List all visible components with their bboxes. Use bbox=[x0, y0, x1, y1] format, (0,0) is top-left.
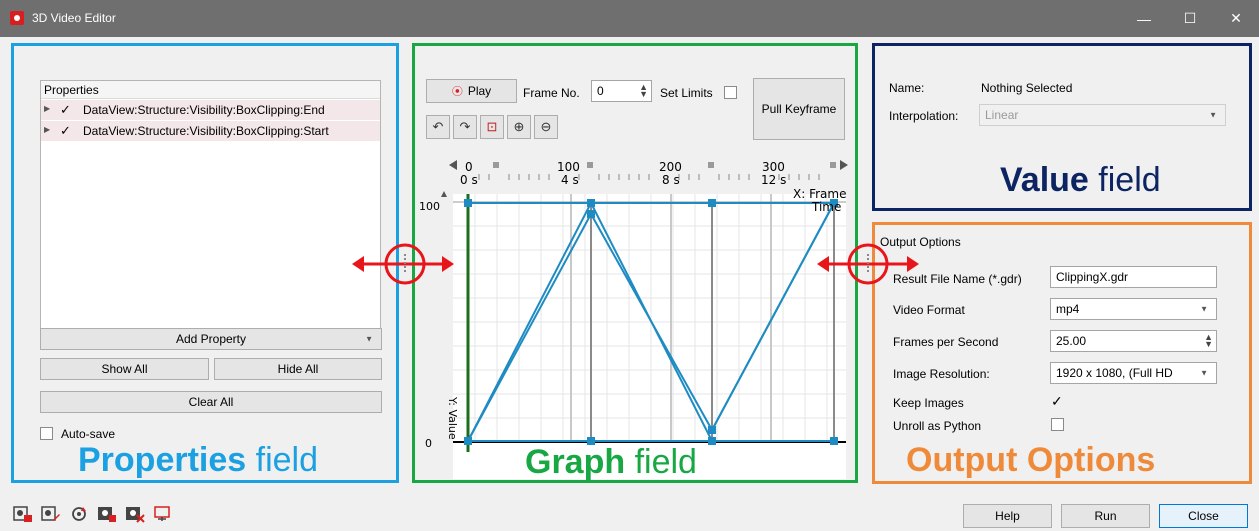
close-button[interactable]: Close bbox=[1159, 504, 1248, 528]
add-property-label: Add Property bbox=[175, 332, 247, 346]
fps-label: Frames per Second bbox=[893, 335, 999, 349]
footer-toolbar: Help Run Close bbox=[0, 495, 1259, 531]
fit-view-icon[interactable]: ⊡ bbox=[480, 115, 504, 139]
graph-panel: ⦿ Play Frame No. 0 ▲ ▼ Set Limits Pull Ke… bbox=[413, 44, 857, 484]
title-bar: 3D Video Editor — ☐ ✕ bbox=[0, 0, 1259, 37]
axis-time-tick: 12 s bbox=[761, 173, 786, 187]
splitter-arrow-right-icon bbox=[817, 243, 919, 285]
frame-no-value: 0 bbox=[597, 84, 604, 98]
name-label: Name: bbox=[889, 81, 925, 95]
resolution-select[interactable]: 1920 x 1080, (Full HD ▼ bbox=[1050, 362, 1217, 384]
add-property-button[interactable]: Add Property ▼ bbox=[40, 328, 382, 350]
interpolation-select: Linear ▼ bbox=[979, 104, 1226, 126]
interpolation-label: Interpolation: bbox=[889, 109, 959, 123]
splitter-arrow-left-icon bbox=[352, 243, 454, 285]
maximize-button[interactable]: ☐ bbox=[1167, 0, 1213, 37]
interpolation-value: Linear bbox=[985, 108, 1019, 122]
set-limits-label: Set Limits bbox=[660, 86, 713, 100]
video-format-value: mp4 bbox=[1056, 302, 1080, 316]
close-window-button[interactable]: ✕ bbox=[1213, 0, 1259, 37]
play-label: Play bbox=[467, 84, 492, 98]
axis-frame-tick: 100 bbox=[557, 160, 580, 174]
minimize-button[interactable]: — bbox=[1121, 0, 1167, 37]
property-label: DataView:Structure:Visibility:BoxClippin… bbox=[83, 103, 325, 117]
properties-panel: Properties ▶ ✓ DataView:Structure:Visibi… bbox=[12, 44, 398, 484]
video-format-select[interactable]: mp4 ▼ bbox=[1050, 298, 1217, 320]
run-settings-icon[interactable] bbox=[97, 505, 117, 523]
axis-frame-tick: 0 bbox=[465, 160, 473, 174]
resolution-label: Image Resolution: bbox=[893, 367, 990, 381]
fps-value: 25.00 bbox=[1056, 334, 1087, 348]
help-button[interactable]: Help bbox=[963, 504, 1052, 528]
add-settings-icon[interactable] bbox=[13, 505, 33, 523]
axis-time-tick: 4 s bbox=[561, 173, 579, 187]
pull-keyframe-button[interactable]: Pull Keyframe bbox=[753, 78, 845, 140]
dropdown-arrow-icon: ▼ bbox=[1209, 110, 1217, 120]
property-label: DataView:Structure:Visibility:BoxClippin… bbox=[83, 124, 329, 138]
axis-time-tick: 8 s bbox=[662, 173, 680, 187]
x-axis-label: X: Frame bbox=[793, 187, 846, 201]
redo-icon[interactable]: ↷ bbox=[453, 115, 477, 139]
show-all-button[interactable]: Show All bbox=[40, 358, 209, 380]
unroll-label: Unroll as Python bbox=[893, 419, 982, 433]
expand-arrow-icon[interactable]: ▶ bbox=[44, 104, 50, 113]
edit-settings-icon[interactable] bbox=[41, 505, 61, 523]
properties-list[interactable]: Properties ▶ ✓ DataView:Structure:Visibi… bbox=[40, 80, 381, 344]
hide-all-button[interactable]: Hide All bbox=[214, 358, 382, 380]
property-row-end[interactable]: ▶ ✓ DataView:Structure:Visibility:BoxCli… bbox=[41, 100, 380, 120]
auto-save-checkbox[interactable] bbox=[40, 427, 53, 440]
dropdown-arrow-icon: ▼ bbox=[1200, 368, 1208, 378]
properties-annotation: Properties field bbox=[78, 441, 319, 479]
clear-all-button[interactable]: Clear All bbox=[40, 391, 382, 413]
undo-icon[interactable]: ↶ bbox=[426, 115, 450, 139]
frame-no-label: Frame No. bbox=[523, 86, 580, 100]
zoom-in-icon[interactable]: ⊕ bbox=[507, 115, 531, 139]
expand-arrow-icon[interactable]: ▶ bbox=[44, 125, 50, 134]
graph-annotation: Graph field bbox=[525, 443, 697, 481]
spin-icon[interactable]: ▲ ▼ bbox=[1204, 333, 1213, 349]
axis-time-tick: 0 s bbox=[460, 173, 478, 187]
value-annotation: Value field bbox=[1000, 161, 1161, 199]
y-axis-label: Y: Value bbox=[446, 396, 459, 440]
name-value: Nothing Selected bbox=[981, 81, 1073, 95]
output-annotation: Output Options bbox=[906, 441, 1156, 479]
property-row-start[interactable]: ▶ ✓ DataView:Structure:Visibility:BoxCli… bbox=[41, 121, 380, 141]
axis-frame-tick: 300 bbox=[762, 160, 785, 174]
play-icon: ⦿ bbox=[451, 86, 463, 98]
properties-header: Properties bbox=[41, 81, 380, 99]
y-max-label: 100 bbox=[419, 200, 440, 213]
keyframe-graph[interactable]: 0 100 200 300 0 s 4 s 8 s 12 s X: Frame … bbox=[413, 152, 857, 482]
keep-images-label: Keep Images bbox=[893, 396, 964, 410]
spin-icon[interactable]: ▲ ▼ bbox=[639, 83, 648, 99]
resolution-value: 1920 x 1080, (Full HD bbox=[1056, 366, 1173, 380]
result-file-input[interactable]: ClippingX.gdr bbox=[1050, 266, 1217, 288]
y-min-label: 0 bbox=[425, 437, 432, 450]
delete-settings-icon[interactable] bbox=[125, 505, 145, 523]
video-format-label: Video Format bbox=[893, 303, 965, 317]
set-limits-checkbox[interactable] bbox=[724, 86, 737, 99]
property-checkbox[interactable]: ✓ bbox=[60, 123, 71, 139]
run-button[interactable]: Run bbox=[1061, 504, 1150, 528]
keep-images-checkbox[interactable]: ✓ bbox=[1051, 393, 1063, 410]
result-file-value: ClippingX.gdr bbox=[1056, 270, 1129, 284]
export-video-icon[interactable] bbox=[153, 505, 173, 523]
dropdown-arrow-icon: ▼ bbox=[1200, 304, 1208, 314]
unroll-checkbox[interactable] bbox=[1051, 418, 1064, 431]
zoom-out-icon[interactable]: ⊖ bbox=[534, 115, 558, 139]
window-title: 3D Video Editor bbox=[32, 11, 116, 25]
app-icon bbox=[10, 11, 24, 25]
refresh-settings-icon[interactable] bbox=[69, 505, 89, 523]
axis-frame-tick: 200 bbox=[659, 160, 682, 174]
x-axis-label: Time bbox=[811, 200, 841, 214]
dropdown-arrow-icon: ▼ bbox=[365, 334, 373, 344]
auto-save-label: Auto-save bbox=[61, 427, 116, 441]
frame-no-input[interactable]: 0 ▲ ▼ bbox=[591, 80, 652, 102]
play-button[interactable]: ⦿ Play bbox=[426, 79, 517, 103]
property-checkbox[interactable]: ✓ bbox=[60, 102, 71, 118]
fps-input[interactable]: 25.00 ▲ ▼ bbox=[1050, 330, 1217, 352]
